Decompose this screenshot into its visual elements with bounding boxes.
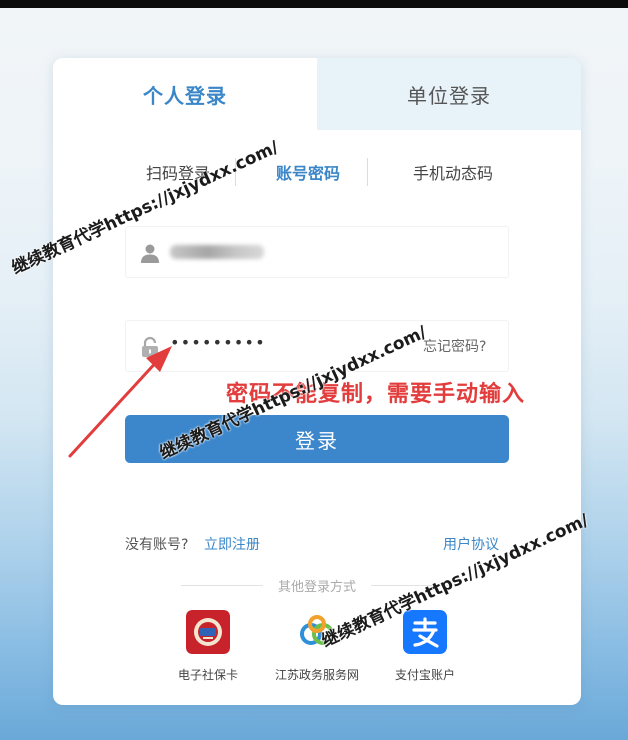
other-login-title: 其他登录方式 (277, 580, 356, 595)
login-type-tabs: 个人登录 单位登录 (53, 58, 581, 130)
subtab-divider (235, 158, 236, 186)
username-value-blurred (170, 245, 264, 259)
login-button[interactable]: 登录 (125, 415, 509, 463)
social-security-card-icon (186, 610, 230, 654)
no-account-text: 没有账号? (125, 537, 189, 553)
username-field[interactable] (125, 226, 509, 278)
register-link[interactable]: 立即注册 (204, 534, 260, 554)
social-security-card-label: 电子社保卡 (177, 668, 238, 682)
subtab-divider (367, 158, 368, 186)
alipay-icon (403, 610, 447, 654)
lock-icon (142, 336, 158, 357)
tab-unit-login[interactable]: 单位登录 (317, 58, 581, 130)
password-value: ••••••••• (170, 333, 266, 352)
divider-line (371, 585, 453, 586)
user-icon (141, 244, 159, 263)
jiangsu-gov-service-icon (300, 615, 334, 645)
jiangsu-gov-service-login[interactable]: 江苏政务服务网 (257, 610, 377, 683)
tab-personal-login[interactable]: 个人登录 (53, 58, 317, 130)
user-agreement-link[interactable]: 用户协议 (443, 534, 499, 554)
tab-phone-code[interactable]: 手机动态码 (373, 154, 533, 190)
login-method-tabs: 扫码登录 账号密码 手机动态码 (53, 154, 581, 190)
jiangsu-gov-service-label: 江苏政务服务网 (274, 668, 359, 682)
tab-scan-login[interactable]: 扫码登录 (113, 154, 243, 190)
alipay-label: 支付宝账户 (394, 668, 455, 682)
annotation-text: 密码不能复制，需要手动输入 (226, 382, 526, 407)
alipay-login[interactable]: 支付宝账户 (365, 610, 485, 683)
social-security-card-login[interactable]: 电子社保卡 (148, 610, 268, 683)
tab-account-password[interactable]: 账号密码 (243, 154, 373, 190)
forgot-password-link[interactable]: 忘记密码? (423, 336, 486, 356)
